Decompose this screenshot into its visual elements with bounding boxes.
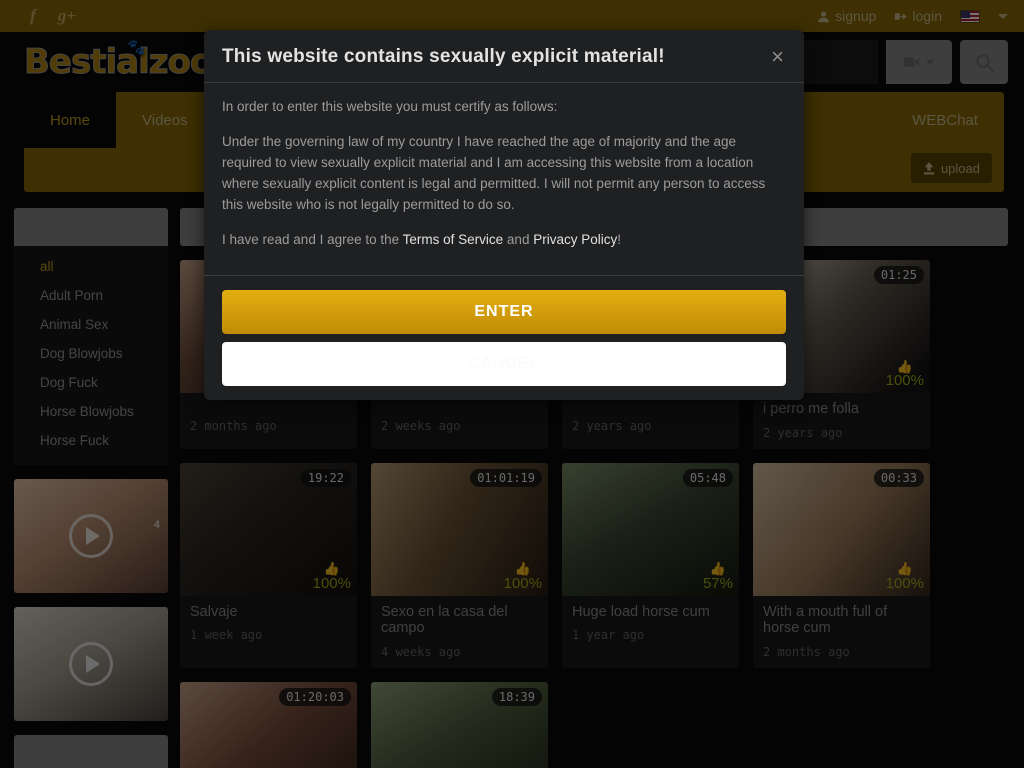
agree-suffix: ! [617,231,621,247]
page-root: f g+ signup login Bestialzoo 🐾 [0,0,1024,768]
privacy-policy-link[interactable]: Privacy Policy [533,232,617,247]
modal-title: This website contains sexually explicit … [222,46,665,67]
terms-of-service-link[interactable]: Terms of Service [403,232,504,247]
agree-middle: and [503,231,534,247]
modal-footer: ENTER CANCEL [204,274,804,400]
enter-button[interactable]: ENTER [222,289,786,334]
close-icon[interactable]: × [769,46,786,68]
modal-body: In order to enter this website you must … [204,83,804,271]
modal-certification-text: Under the governing law of my country I … [222,133,766,212]
age-verification-modal: This website contains sexually explicit … [204,30,804,400]
modal-agreement-text: I have read and I agree to the Terms of … [222,230,786,251]
modal-header: This website contains sexually explicit … [204,30,804,83]
cancel-button[interactable]: CANCEL [222,341,786,386]
agree-prefix: I have read and I agree to the [222,231,403,247]
modal-intro-text: In order to enter this website you must … [222,99,558,114]
